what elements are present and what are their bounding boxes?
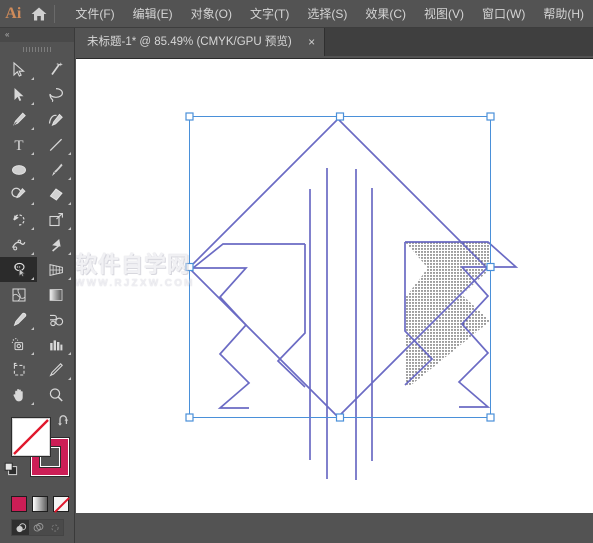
svg-text:T: T xyxy=(14,138,23,154)
menu-type[interactable]: 文字(T) xyxy=(241,3,298,25)
flyout-indicator xyxy=(31,327,34,330)
menu-select[interactable]: 选择(S) xyxy=(298,3,356,25)
symbol-sprayer-tool[interactable] xyxy=(0,332,37,357)
document-tab[interactable]: 未标题-1* @ 85.49% (CMYK/GPU 预览) × xyxy=(75,28,325,56)
flyout-indicator xyxy=(68,202,71,205)
menu-edit[interactable]: 编辑(E) xyxy=(124,3,182,25)
flyout-indicator xyxy=(68,352,71,355)
selection-overlay[interactable] xyxy=(76,56,593,543)
collapse-panel-icon[interactable]: « xyxy=(5,30,10,39)
flyout-indicator xyxy=(68,177,71,180)
free-transform-tool[interactable] xyxy=(37,232,74,257)
rotate-tool[interactable] xyxy=(0,207,37,232)
flyout-indicator xyxy=(31,102,34,105)
slice-tool[interactable] xyxy=(37,357,74,382)
document-tab-bar: 未标题-1* @ 85.49% (CMYK/GPU 预览) × xyxy=(0,28,593,56)
handle-middle-right xyxy=(486,262,495,272)
selection-handles xyxy=(185,112,495,422)
draw-behind-button[interactable] xyxy=(29,520,46,535)
menu-bar: Ai 文件(F) 编辑(E) 对象(O) 文字(T) 选择(S) 效果(C) 视… xyxy=(0,0,593,28)
ellipse-tool[interactable] xyxy=(0,157,37,182)
menu-effect[interactable]: 效果(C) xyxy=(356,3,415,25)
flyout-indicator xyxy=(68,277,71,280)
fill-mode-row xyxy=(11,496,74,513)
selection-tool[interactable] xyxy=(0,57,37,82)
width-tool[interactable] xyxy=(0,232,37,257)
flyout-indicator xyxy=(31,127,34,130)
eyedropper-tool[interactable] xyxy=(0,307,37,332)
shaper-tool[interactable] xyxy=(0,182,37,207)
type-tool[interactable]: T xyxy=(0,132,37,157)
zoom-tool[interactable] xyxy=(37,382,74,407)
eraser-tool[interactable] xyxy=(37,182,74,207)
gradient-swatch-button[interactable] xyxy=(32,496,48,512)
gradient-tool[interactable] xyxy=(37,282,74,307)
flyout-indicator xyxy=(31,252,34,255)
paintbrush-tool[interactable] xyxy=(37,157,74,182)
none-slash-icon xyxy=(13,419,49,455)
flyout-indicator xyxy=(31,177,34,180)
flyout-indicator xyxy=(68,152,71,155)
perspective-grid-tool[interactable] xyxy=(37,257,74,282)
home-icon[interactable] xyxy=(27,0,52,28)
direct-selection-tool[interactable] xyxy=(0,82,37,107)
flyout-indicator xyxy=(31,402,34,405)
shape-builder-tool[interactable] xyxy=(0,257,37,282)
document-tab-label: 未标题-1* @ 85.49% (CMYK/GPU 预览) xyxy=(87,36,292,48)
artboard-tool[interactable] xyxy=(0,357,37,382)
mesh-tool[interactable] xyxy=(0,282,37,307)
illustrator-window: Ai 文件(F) 编辑(E) 对象(O) 文字(T) 选择(S) 效果(C) 视… xyxy=(0,0,593,543)
lasso-tool[interactable] xyxy=(37,82,74,107)
tools-panel: « T xyxy=(0,28,75,543)
handle-top-left xyxy=(185,112,194,121)
magic-wand-tool[interactable] xyxy=(37,57,74,82)
hand-tool[interactable] xyxy=(0,382,37,407)
line-segment-tool[interactable] xyxy=(37,132,74,157)
default-fill-stroke-icon[interactable] xyxy=(4,462,20,483)
close-icon[interactable]: × xyxy=(306,36,318,48)
handle-top-right xyxy=(486,112,495,121)
app-logo: Ai xyxy=(5,4,22,22)
draw-mode-row xyxy=(11,519,64,536)
draw-inside-button[interactable] xyxy=(46,520,63,535)
handle-bottom-center xyxy=(335,413,345,422)
color-swatch-button[interactable] xyxy=(11,496,27,512)
draw-normal-button[interactable] xyxy=(12,520,29,535)
menu-item-list: 文件(F) 编辑(E) 对象(O) 文字(T) 选择(S) 效果(C) 视图(V… xyxy=(66,0,593,28)
menu-divider xyxy=(53,4,55,23)
selection-bbox xyxy=(189,116,491,418)
scale-tool[interactable] xyxy=(37,207,74,232)
fill-stroke-controls xyxy=(0,412,75,492)
handle-top-center xyxy=(335,112,345,121)
menu-file[interactable]: 文件(F) xyxy=(66,3,123,25)
flyout-indicator xyxy=(31,152,34,155)
handle-bottom-left xyxy=(185,413,194,422)
tool-grid: T xyxy=(0,57,74,407)
menu-view[interactable]: 视图(V) xyxy=(415,3,473,25)
flyout-indicator xyxy=(31,202,34,205)
handle-bottom-right xyxy=(486,413,495,422)
flyout-indicator xyxy=(31,227,34,230)
menu-window[interactable]: 窗口(W) xyxy=(473,3,534,25)
menu-object[interactable]: 对象(O) xyxy=(182,3,241,25)
handle-middle-left xyxy=(185,262,194,272)
tools-panel-grip[interactable] xyxy=(0,42,74,56)
tools-panel-header: « xyxy=(0,28,74,42)
menu-help[interactable]: 帮助(H) xyxy=(534,3,593,25)
blend-tool[interactable] xyxy=(37,307,74,332)
curvature-tool[interactable] xyxy=(37,107,74,132)
canvas-area[interactable]: 软件自学网 WWW.RJZXW.COM xyxy=(76,56,593,543)
flyout-indicator xyxy=(31,77,34,80)
fill-swatch[interactable] xyxy=(11,417,51,457)
flyout-indicator xyxy=(31,352,34,355)
none-swatch-button[interactable] xyxy=(53,496,70,513)
flyout-indicator xyxy=(68,377,71,380)
flyout-indicator xyxy=(68,227,71,230)
swap-fill-stroke-icon[interactable] xyxy=(57,414,71,433)
flyout-indicator xyxy=(68,252,71,255)
column-graph-tool[interactable] xyxy=(37,332,74,357)
flyout-indicator xyxy=(31,277,34,280)
pen-tool[interactable] xyxy=(0,107,37,132)
